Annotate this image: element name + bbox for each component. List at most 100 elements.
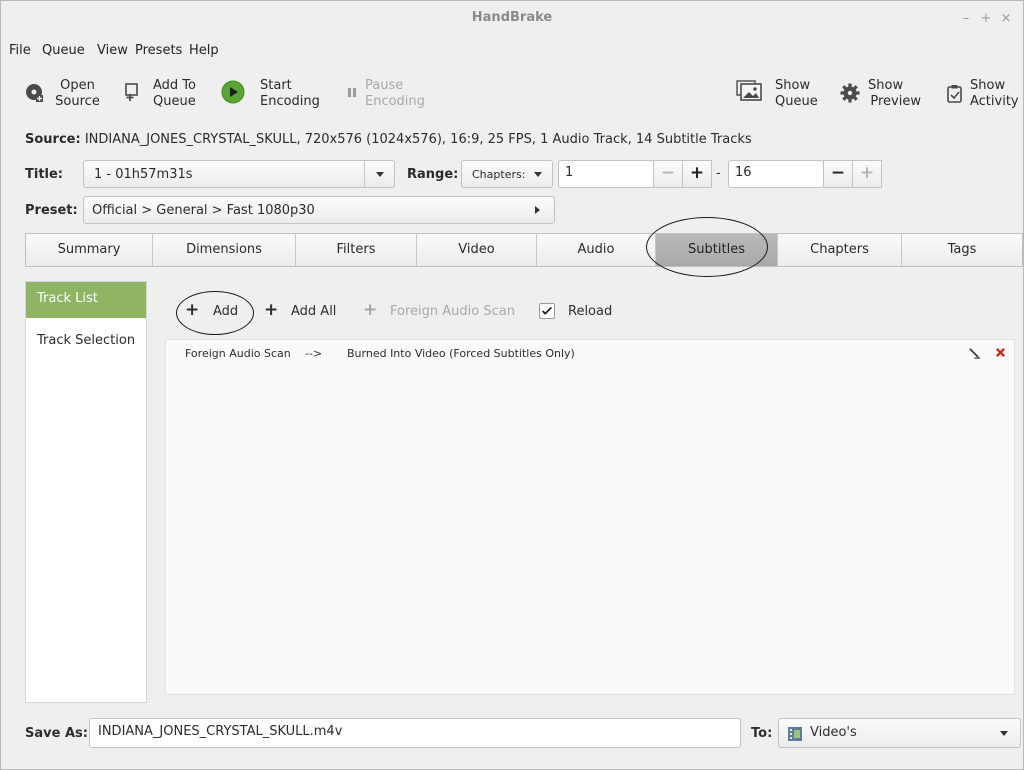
open-source-label-2: Source: [55, 94, 100, 109]
destination-label: To:: [751, 726, 773, 741]
show-activity-label-1: Show: [970, 78, 1006, 93]
save-as-input[interactable]: [98, 724, 698, 739]
start-encoding-button[interactable]: Start Encoding: [221, 77, 331, 117]
save-as-field[interactable]: [89, 718, 741, 748]
preset-selector[interactable]: Official > General > Fast 1080p30: [83, 196, 555, 224]
open-source-icon: [26, 84, 43, 102]
title-value: 1 - 01h57m31s: [94, 167, 193, 182]
minimize-button[interactable]: –: [959, 11, 973, 26]
add-subtitle-label: Add: [213, 304, 239, 319]
range-start-decrement[interactable]: −: [653, 160, 683, 188]
window-title: HandBrake: [471, 10, 553, 25]
save-as-label: Save As:: [25, 726, 88, 741]
show-activity-button[interactable]: Show Activity: [944, 77, 1022, 117]
pause-encoding-button[interactable]: Pause Encoding: [341, 77, 441, 117]
show-queue-button[interactable]: Show Queue: [736, 77, 826, 117]
chevron-down-icon: [1000, 731, 1008, 736]
tab-chapters[interactable]: Chapters: [778, 234, 902, 266]
chevron-right-icon: [535, 206, 540, 214]
track-source: Foreign Audio Scan: [185, 347, 291, 360]
range-start-increment[interactable]: +: [682, 160, 712, 188]
add-to-queue-button[interactable]: Add To Queue: [121, 77, 211, 117]
table-row[interactable]: Foreign Audio Scan --> Burned Into Video…: [166, 340, 1014, 366]
tab-filters[interactable]: Filters: [296, 234, 417, 266]
open-source-button[interactable]: Open Source: [24, 77, 114, 117]
source-label: Source:: [25, 132, 81, 147]
track-destination: Burned Into Video (Forced Subtitles Only…: [347, 347, 575, 360]
sidebar-item-label: Track Selection: [37, 333, 136, 348]
video-folder-icon: [788, 727, 802, 741]
menu-presets[interactable]: Presets: [135, 43, 182, 58]
handbrake-window: HandBrake – + × File Queue View Presets …: [0, 0, 1024, 770]
range-mode-dropdown[interactable]: Chapters:: [461, 160, 553, 188]
sidebar-item-track-selection[interactable]: Track Selection: [26, 324, 146, 360]
plus-icon: +: [185, 300, 200, 320]
source-value: INDIANA_JONES_CRYSTAL_SKULL, 720x576 (10…: [80, 132, 752, 147]
open-source-label-1: Open: [60, 78, 95, 93]
preset-label: Preset:: [25, 203, 78, 218]
destination-dropdown[interactable]: Video's: [778, 718, 1021, 748]
show-preview-label-1: Show: [868, 78, 904, 93]
tab-audio[interactable]: Audio: [537, 234, 656, 266]
show-activity-label-2: Activity: [970, 94, 1019, 109]
show-preview-label-2: Preview: [870, 94, 921, 109]
preset-value: Official > General > Fast 1080p30: [92, 203, 315, 218]
edit-icon[interactable]: [968, 346, 981, 359]
foreign-audio-scan-button[interactable]: + Foreign Audio Scan: [363, 299, 523, 325]
subtitle-sidebar: Track List Track Selection: [25, 281, 147, 703]
menu-view[interactable]: View: [97, 43, 128, 58]
range-end-increment[interactable]: +: [852, 160, 882, 188]
maximize-button[interactable]: +: [979, 11, 993, 26]
chevron-down-icon: [364, 161, 395, 187]
start-encoding-label-2: Encoding: [260, 94, 320, 109]
add-to-queue-icon: [125, 83, 138, 101]
pause-encoding-label-2: Encoding: [365, 94, 425, 109]
close-button[interactable]: ×: [999, 11, 1013, 26]
range-end-decrement[interactable]: −: [823, 160, 853, 188]
range-start-field[interactable]: [558, 160, 654, 188]
tab-summary[interactable]: Summary: [26, 234, 153, 266]
pause-encoding-label-1: Pause: [365, 78, 404, 93]
subtitle-track-list: Foreign Audio Scan --> Burned Into Video…: [165, 339, 1015, 695]
settings-tabs: Summary Dimensions Filters Video Audio S…: [25, 233, 1023, 267]
menu-help[interactable]: Help: [189, 43, 219, 58]
tab-subtitles[interactable]: Subtitles: [656, 234, 778, 266]
tab-tags[interactable]: Tags: [902, 234, 1022, 266]
range-end-field[interactable]: [728, 160, 824, 188]
track-arrow: -->: [305, 347, 323, 360]
sidebar-item-track-list[interactable]: Track List: [26, 282, 146, 318]
menu-queue[interactable]: Queue: [42, 43, 85, 58]
gear-icon: [840, 83, 860, 103]
range-separator: -: [716, 166, 721, 181]
clipboard-check-icon: [947, 85, 962, 103]
title-dropdown[interactable]: 1 - 01h57m31s: [83, 160, 395, 188]
show-preview-button[interactable]: Show Preview: [839, 77, 929, 117]
foreign-audio-scan-label: Foreign Audio Scan: [390, 304, 515, 319]
title-bar: HandBrake – + ×: [1, 1, 1023, 35]
range-end-input[interactable]: [735, 165, 815, 180]
show-queue-label-1: Show: [775, 78, 811, 93]
sidebar-item-label: Track List: [37, 291, 98, 306]
add-subtitle-button[interactable]: + Add: [185, 299, 245, 325]
start-encoding-label-1: Start: [260, 78, 292, 93]
source-info: Source: INDIANA_JONES_CRYSTAL_SKULL, 720…: [25, 132, 752, 147]
add-all-button[interactable]: + Add All: [264, 299, 344, 325]
add-all-label: Add All: [291, 304, 337, 319]
reload-checkbox[interactable]: [539, 303, 555, 319]
play-icon: [221, 80, 245, 104]
plus-icon: +: [363, 300, 378, 320]
delete-icon[interactable]: [995, 347, 1006, 358]
range-label: Range:: [407, 167, 459, 182]
chevron-down-icon: [530, 161, 550, 187]
tab-video[interactable]: Video: [417, 234, 537, 266]
pause-icon: [348, 88, 356, 97]
checkmark-icon: [542, 306, 552, 315]
title-label: Title:: [25, 167, 64, 182]
show-queue-icon: [736, 80, 762, 101]
add-to-queue-label-2: Queue: [153, 94, 196, 109]
tab-dimensions[interactable]: Dimensions: [153, 234, 296, 266]
range-mode-value: Chapters:: [472, 168, 526, 181]
menu-file[interactable]: File: [9, 43, 31, 58]
show-queue-label-2: Queue: [775, 94, 818, 109]
range-start-input[interactable]: [565, 165, 645, 180]
